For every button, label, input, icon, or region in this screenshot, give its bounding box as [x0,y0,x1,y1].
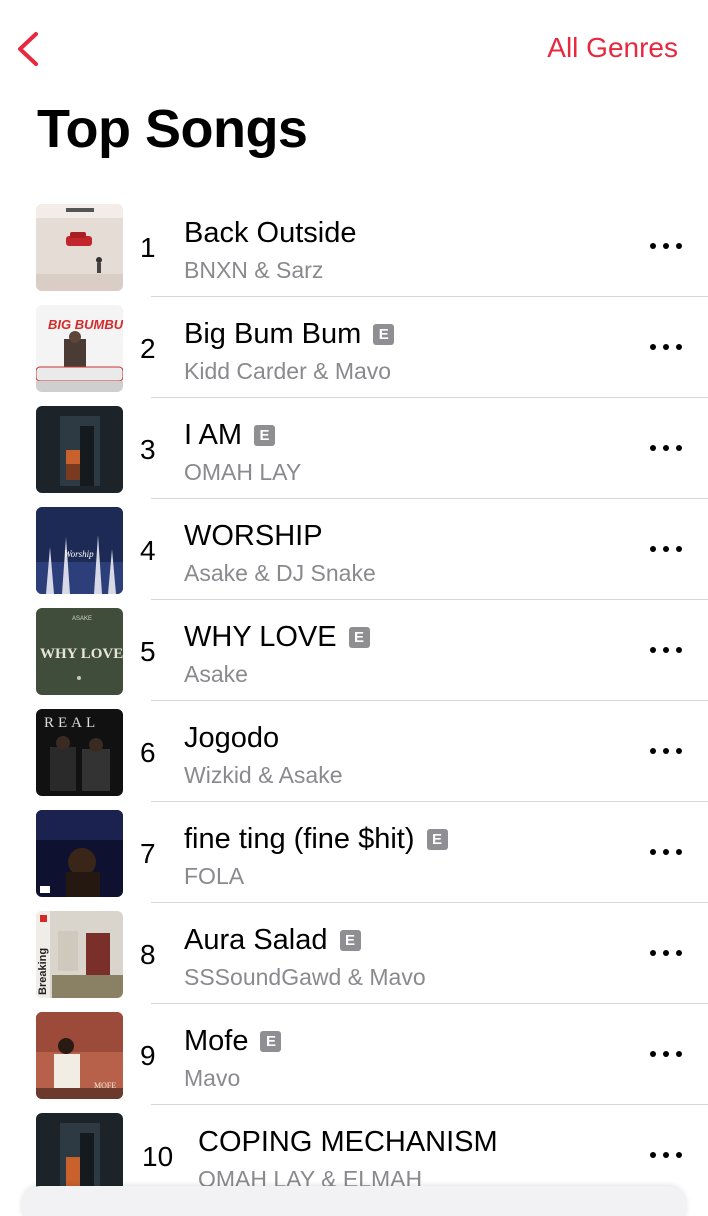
song-row[interactable]: 1 Back Outside BNXN & Sarz [0,196,708,297]
song-row[interactable]: 7 fine ting (fine $hit) E FOLA [0,802,708,903]
song-row[interactable]: BIG BUMBUM 2 Big Bum Bum E Kidd Carder &… [0,297,708,398]
chevron-left-icon [18,32,38,66]
album-art [36,810,123,897]
more-options-button[interactable] [650,335,682,359]
chart-rank: 3 [140,434,156,465]
more-options-button[interactable] [650,638,682,662]
chart-rank: 10 [142,1141,174,1172]
album-art-text: WHY LOVE [40,646,123,662]
song-row[interactable]: Worship 4 WORSHIP Asake & DJ Snake [0,499,708,600]
song-artist: FOLA [184,863,245,889]
album-art-text: Breaking [37,948,49,995]
album-art [36,204,123,291]
more-options-button[interactable] [650,1143,682,1167]
chart-rank: 1 [140,232,156,263]
chart-rank: 7 [140,838,156,869]
explicit-badge: E [426,828,448,850]
album-art-text: REAL [44,715,99,731]
ellipsis-icon [650,445,656,451]
ellipsis-icon [650,546,656,552]
chart-rank: 8 [140,939,156,970]
album-art: BIG BUMBUM [36,305,123,392]
song-artist: Kidd Carder & Mavo [184,358,392,384]
more-options-button[interactable] [650,739,682,763]
song-title: Mofe [184,1024,249,1057]
ellipsis-icon [650,1152,656,1158]
more-options-button[interactable] [650,537,682,561]
ellipsis-icon [650,344,656,350]
album-art: Breaking [36,911,123,998]
album-art: Worship [36,507,123,594]
all-genres-button[interactable]: All Genres [547,32,678,64]
song-title: Big Bum Bum [184,317,362,350]
back-button[interactable] [10,28,46,70]
more-options-button[interactable] [650,941,682,965]
chart-rank: 5 [140,636,156,667]
chart-rank: 4 [140,535,156,566]
song-title: Jogodo [184,721,280,754]
song-artist: Asake [184,661,248,687]
song-title: WHY LOVE [184,620,337,653]
song-list: 1 Back Outside BNXN & Sarz BIG BUMBUM 2 [0,196,708,1206]
more-options-button[interactable] [650,234,682,258]
song-title: fine ting (fine $hit) [184,822,415,855]
page-title: Top Songs [37,99,308,159]
explicit-badge: E [339,929,361,951]
album-art: MOFE [36,1012,123,1099]
song-artist: SSSoundGawd & Mavo [184,964,426,990]
explicit-badge: E [348,626,370,648]
song-row[interactable]: Breaking 8 Aura Salad E SSSoundGawd & Ma… [0,903,708,1004]
song-title: Aura Salad [184,923,328,956]
album-art [36,406,123,493]
song-row[interactable]: ASAKE WHY LOVE 5 WHY LOVE E Asake [0,600,708,701]
more-options-button[interactable] [650,1042,682,1066]
song-row[interactable]: 3 I AM E OMAH LAY [0,398,708,499]
album-art-text: MOFE [94,1081,116,1090]
explicit-badge: E [373,323,395,345]
song-title: I AM [184,418,243,451]
bottom-sheet-edge [22,1186,686,1216]
more-options-button[interactable] [650,436,682,460]
song-title: WORSHIP [184,519,323,552]
ellipsis-icon [650,748,656,754]
song-artist: BNXN & Sarz [184,257,324,283]
ellipsis-icon [650,849,656,855]
song-row[interactable]: MOFE 9 Mofe E Mavo [0,1004,708,1105]
ellipsis-icon [650,950,656,956]
ellipsis-icon [650,243,656,249]
song-artist: Mavo [184,1065,241,1091]
song-artist: Wizkid & Asake [184,762,343,788]
more-options-button[interactable] [650,840,682,864]
chart-rank: 2 [140,333,156,364]
album-art-text: ASAKE [72,616,92,622]
chart-rank: 6 [140,737,156,768]
ellipsis-icon [650,1051,656,1057]
ellipsis-icon [650,647,656,653]
album-art-text: Worship [64,549,94,559]
song-title: COPING MECHANISM [198,1125,498,1158]
explicit-badge: E [254,424,276,446]
album-art: REAL [36,709,123,796]
song-row[interactable]: REAL 6 Jogodo Wizkid & Asake [0,701,708,802]
album-art-text: BIG BUMBUM [48,317,123,332]
explicit-badge: E [260,1030,282,1052]
chart-rank: 9 [140,1040,156,1071]
album-art: ASAKE WHY LOVE [36,608,123,695]
song-artist: Asake & DJ Snake [184,560,376,586]
song-artist: OMAH LAY [184,459,302,485]
song-title: Back Outside [184,216,357,249]
